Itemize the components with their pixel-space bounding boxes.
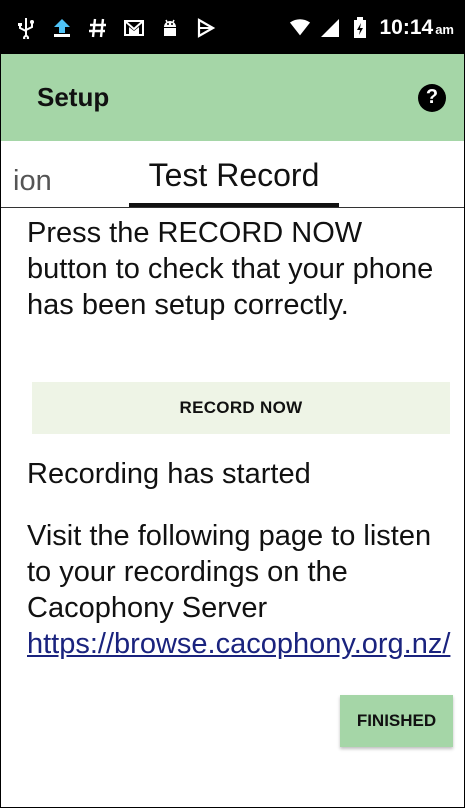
upload-icon (51, 17, 73, 39)
clock-ampm: am (435, 21, 454, 37)
visit-text: Visit the following page to listen to yo… (27, 520, 432, 624)
recording-status: Recording has started (27, 458, 311, 490)
tab-strip: ion Test Record (1, 141, 464, 209)
gmail-icon (123, 17, 145, 39)
tab-test-record[interactable]: Test Record (129, 141, 339, 209)
instructions-text: Press the RECORD NOW button to check tha… (27, 217, 434, 321)
app-toolbar: Setup ? (1, 54, 464, 141)
clock-time: 10:14 (379, 15, 434, 39)
app-frame: 10:14 am Setup ? ion Test Record Press th… (0, 0, 465, 808)
play-icon (195, 17, 217, 39)
visit-instructions: Visit the following page to listen to yo… (27, 518, 457, 662)
finished-button[interactable]: FINISHED (340, 695, 453, 747)
status-bar: 10:14 am (1, 1, 464, 54)
usb-icon (15, 17, 37, 39)
wifi-icon (289, 17, 311, 39)
system-status: 10:14 am (289, 16, 464, 40)
page-title: Setup (37, 82, 110, 112)
battery-icon (349, 16, 371, 39)
android-debug-icon (159, 17, 181, 39)
cacophony-link[interactable]: https://browse.cacophony.org.nz/ (27, 628, 450, 660)
tab-previous[interactable]: ion (13, 165, 52, 198)
signal-icon (319, 17, 341, 39)
hash-icon (87, 17, 109, 39)
record-now-button[interactable]: RECORD NOW (32, 382, 450, 434)
clock: 10:14 am (379, 16, 454, 40)
help-icon[interactable]: ? (418, 83, 446, 112)
tab-divider (1, 207, 464, 208)
notification-icons (1, 17, 217, 39)
